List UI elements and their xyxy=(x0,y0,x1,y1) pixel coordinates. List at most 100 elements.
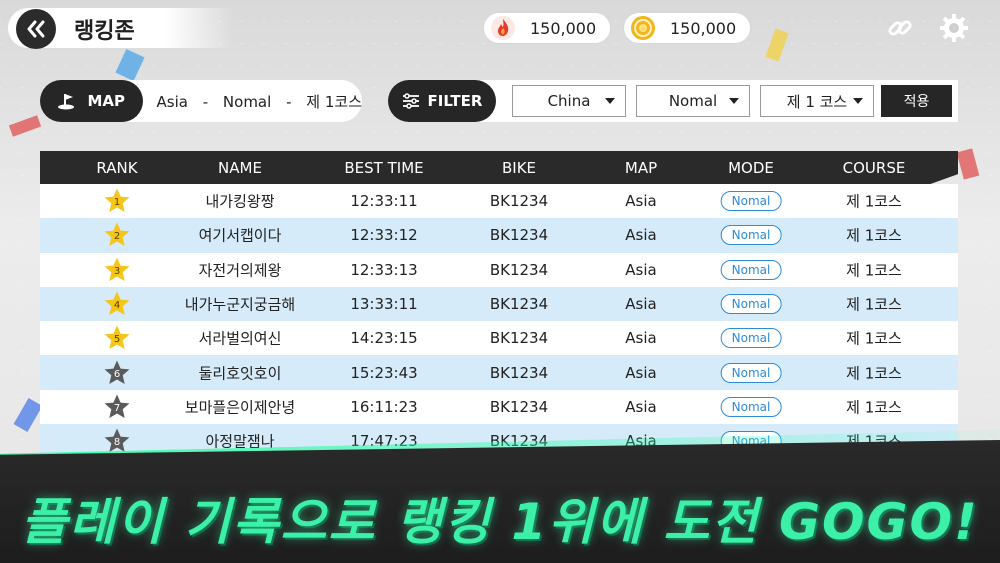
player-name: 서라벌의여신 xyxy=(198,329,282,348)
mode-badge: Nomal xyxy=(720,328,782,349)
column-header-map: MAP xyxy=(624,159,658,177)
rank-star: 5 xyxy=(103,324,131,352)
bike-id: BK1234 xyxy=(489,397,549,416)
map-mode: Nomal xyxy=(222,92,272,111)
rank-star: 3 xyxy=(103,256,131,284)
apply-button[interactable]: 적용 xyxy=(881,85,952,117)
column-header-course: COURSE xyxy=(842,159,906,177)
fire-currency-value: 150,000 xyxy=(530,18,597,38)
table-body: 1 내가킹왕짱 12:33:11 BK1234 Asia Nomal 제 1코스 2 여기서캡이… xyxy=(40,184,958,459)
mode-badge: Nomal xyxy=(720,294,782,315)
course-name: 제 1코스 xyxy=(846,295,902,314)
player-name: 내가누군지궁금해 xyxy=(184,295,296,314)
best-time: 16:11:23 xyxy=(350,397,418,416)
best-time: 12:33:11 xyxy=(350,192,418,211)
filter-button[interactable]: FILTER xyxy=(388,80,496,122)
country-dropdown[interactable]: China xyxy=(512,85,626,117)
bike-id: BK1234 xyxy=(489,329,549,348)
rank-number: 7 xyxy=(113,402,121,414)
course-name: 제 1코스 xyxy=(846,261,902,280)
course-dropdown[interactable]: 제 1 코스 xyxy=(760,85,874,117)
separator: - xyxy=(202,92,209,111)
settings-button[interactable] xyxy=(938,12,970,44)
table-row[interactable]: 6 둘리호잇호이 15:23:43 BK1234 Asia Nomal 제 1코스 xyxy=(40,355,958,390)
bike-id: BK1234 xyxy=(489,192,549,211)
table-row[interactable]: 4 내가누군지궁금해 13:33:11 BK1234 Asia Nomal 제 1코스 xyxy=(40,286,958,322)
best-time: 13:33:11 xyxy=(350,295,418,314)
coin-currency-value: 150,000 xyxy=(670,18,737,38)
player-name: 여기서캡이다 xyxy=(198,226,282,245)
rank-star: 4 xyxy=(103,290,131,318)
map-name: Asia xyxy=(625,295,657,314)
player-name: 자전거의제왕 xyxy=(198,261,282,280)
course-name: 제 1코스 xyxy=(846,192,902,211)
rank-star: 6 xyxy=(103,359,131,387)
best-time: 12:33:13 xyxy=(350,260,418,279)
link-button[interactable] xyxy=(884,12,916,44)
best-time: 14:23:15 xyxy=(350,329,418,348)
mode-badge: Nomal xyxy=(720,362,782,383)
column-header-mode: MODE xyxy=(728,159,774,177)
rank-star: 7 xyxy=(103,393,131,421)
rank-number: 5 xyxy=(113,334,121,346)
mode-badge: Nomal xyxy=(720,396,782,417)
player-name: 둘리호잇호이 xyxy=(198,364,282,383)
map-name: Asia xyxy=(625,260,657,279)
map-name: Asia xyxy=(625,192,657,211)
bike-id: BK1234 xyxy=(489,363,549,382)
best-time: 12:33:12 xyxy=(350,226,418,245)
mode-badge: Nomal xyxy=(720,259,782,280)
table-header: RANK NAME BEST TIME BIKE MAP MODE COURSE xyxy=(40,151,958,184)
separator: - xyxy=(286,92,292,111)
player-name: 내가킹왕짱 xyxy=(205,192,275,211)
course-name: 제 1코스 xyxy=(846,398,902,417)
table-row[interactable]: 1 내가킹왕짱 12:33:11 BK1234 Asia Nomal 제 1코스 xyxy=(40,184,958,219)
coin-icon xyxy=(631,16,655,40)
mode-dropdown[interactable]: Nomal xyxy=(636,85,750,117)
best-time: 15:23:43 xyxy=(350,363,418,382)
fire-icon xyxy=(491,16,515,40)
caret-down-icon xyxy=(605,98,615,104)
back-button[interactable] xyxy=(16,9,56,49)
mode-badge: Nomal xyxy=(720,191,782,212)
mode-dropdown-value: Nomal xyxy=(668,92,718,110)
rank-star: 1 xyxy=(103,187,131,215)
map-name: Asia xyxy=(625,226,657,245)
bike-id: BK1234 xyxy=(489,260,549,279)
promo-banner-text: 플레이 기록으로 랭킹 1위에 도전 GOGO! xyxy=(21,493,979,551)
map-selector[interactable]: MAP Asia - Nomal - 제 1코스 xyxy=(40,80,362,122)
table-row[interactable]: 2 여기서캡이다 12:33:12 BK1234 Asia Nomal 제 1코스 xyxy=(40,218,958,253)
golf-flag-icon xyxy=(58,94,75,110)
filter-button-label: FILTER xyxy=(427,92,483,110)
column-header-best-time: BEST TIME xyxy=(344,159,424,177)
map-button-label: MAP xyxy=(87,92,126,110)
double-chevron-left-icon xyxy=(27,20,45,38)
currency-coin: 150,000 xyxy=(623,12,751,44)
map-name: Asia xyxy=(625,363,657,382)
table-row[interactable]: 5 서라벌의여신 14:23:15 BK1234 Asia Nomal 제 1코스 xyxy=(40,321,958,356)
table-row[interactable]: 7 보마플은이제안녕 16:11:23 BK1234 Asia Nomal 제 1코스 xyxy=(40,389,958,425)
country-dropdown-value: China xyxy=(547,92,591,110)
sliders-icon xyxy=(402,93,419,109)
player-name: 보마플은이제안녕 xyxy=(184,398,296,417)
map-button[interactable]: MAP xyxy=(40,80,143,122)
column-header-rank: RANK xyxy=(96,159,138,177)
rank-number: 6 xyxy=(113,368,121,380)
link-icon xyxy=(888,20,912,36)
rank-number: 4 xyxy=(113,300,121,312)
column-header-name: NAME xyxy=(218,159,262,177)
map-region: Asia xyxy=(156,92,188,111)
rank-number: 3 xyxy=(113,265,121,277)
rank-number: 2 xyxy=(113,231,121,243)
bike-id: BK1234 xyxy=(489,295,549,314)
mode-badge: Nomal xyxy=(720,225,782,246)
gear-icon xyxy=(940,14,968,42)
course-name: 제 1코스 xyxy=(846,329,902,348)
map-name: Asia xyxy=(625,329,657,348)
course-name: 제 1코스 xyxy=(846,226,902,245)
course-name: 제 1코스 xyxy=(846,364,902,383)
map-course: 제 1코스 xyxy=(306,92,362,111)
table-row[interactable]: 3 자전거의제왕 12:33:13 BK1234 Asia Nomal 제 1코스 xyxy=(40,252,958,287)
rank-star: 2 xyxy=(103,221,131,249)
rank-number: 1 xyxy=(113,197,121,209)
